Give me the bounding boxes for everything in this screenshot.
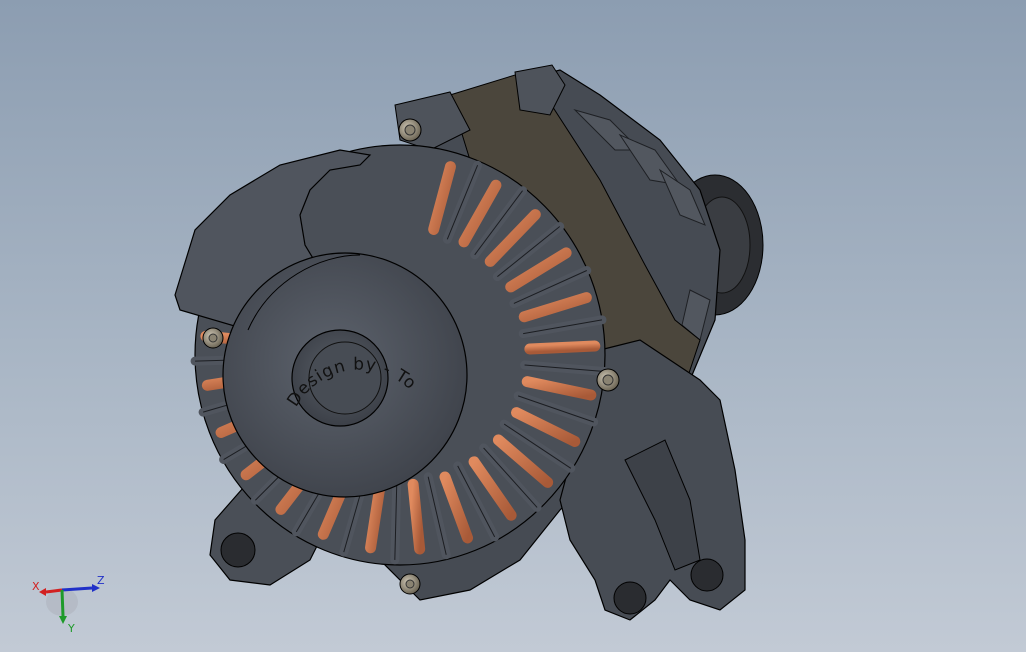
- copper-coil: [524, 340, 601, 355]
- copper-coil: [407, 478, 426, 555]
- left-mount-hole: [220, 532, 256, 568]
- mount-hole-2: [690, 558, 724, 592]
- triad-y-axis: [60, 589, 65, 617]
- view-orientation-triad[interactable]: X Z Y: [30, 570, 110, 640]
- graphics-viewport[interactable]: Design by - Tom Kirkup X Z Y: [0, 0, 1026, 652]
- triad-x-arrow: [39, 588, 46, 596]
- triad-z-label: Z: [97, 574, 105, 587]
- triad-x-label: X: [32, 580, 40, 593]
- triad-y-arrow: [59, 616, 67, 624]
- mount-hole-1: [613, 581, 647, 615]
- triad-z-axis: [61, 586, 93, 592]
- triad-x-axis: [45, 588, 63, 594]
- alternator-3d-model[interactable]: Design by - Tom Kirkup: [0, 0, 1026, 652]
- triad-y-label: Y: [67, 622, 75, 635]
